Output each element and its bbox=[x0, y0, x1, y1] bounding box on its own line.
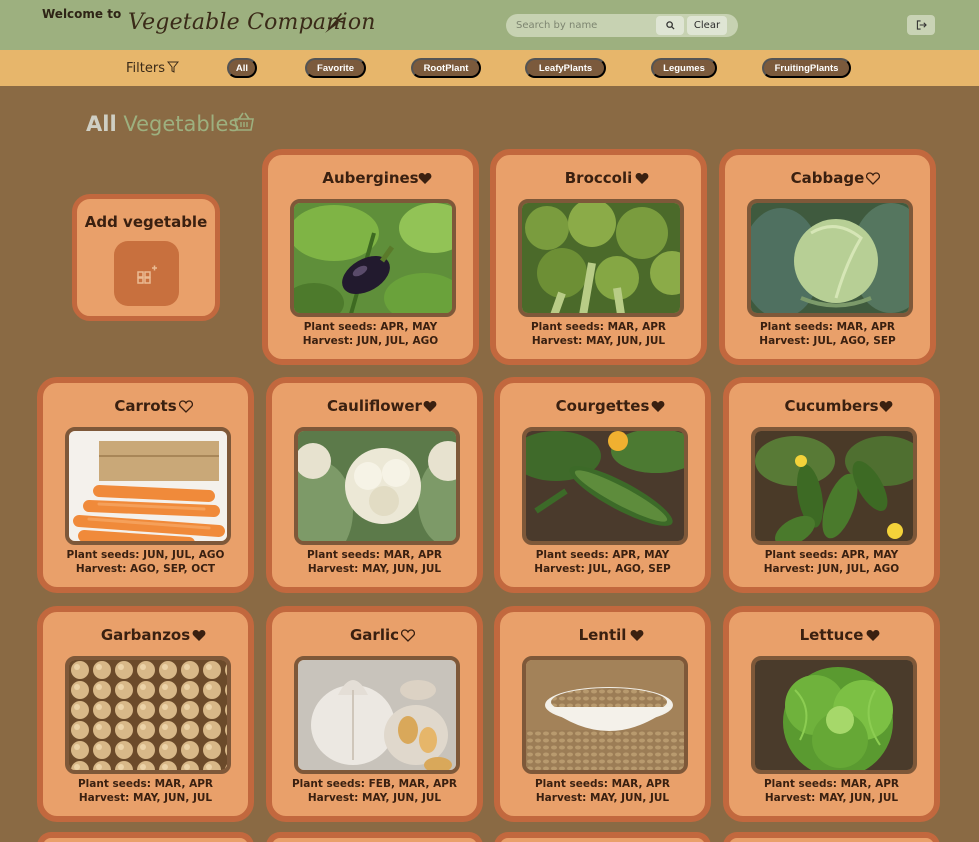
plant-seeds-text: Plant seeds: FEB, MAR, APR bbox=[291, 778, 458, 790]
heart-filled-icon[interactable] bbox=[192, 629, 206, 642]
vegetable-card-partial bbox=[266, 832, 483, 842]
vegetable-name: Lentil bbox=[578, 626, 627, 644]
harvest-text: Harvest: MAY, JUN, JUL bbox=[78, 792, 213, 804]
filter-chip-rootplant[interactable]: RootPlant bbox=[411, 58, 481, 78]
vegetable-card[interactable]: Aubergines Plant seeds: APR, MAY Harvest… bbox=[262, 149, 479, 365]
logout-button[interactable] bbox=[907, 15, 935, 35]
vegetable-card[interactable]: Lentil Plant seeds: MAR, APR Harvest: MA… bbox=[494, 606, 711, 822]
carrot-icon bbox=[325, 13, 345, 33]
logout-icon bbox=[916, 20, 927, 30]
vegetable-name: Courgettes bbox=[555, 397, 650, 415]
vegetable-photo bbox=[65, 656, 231, 774]
harvest-text: Harvest: JUN, JUL, AGO bbox=[302, 335, 439, 347]
vegetable-name: Lettuce bbox=[799, 626, 864, 644]
harvest-text: Harvest: MAY, JUN, JUL bbox=[535, 792, 670, 804]
heart-filled-icon[interactable] bbox=[879, 400, 893, 413]
add-grid-icon bbox=[136, 265, 157, 284]
search-input[interactable] bbox=[516, 17, 656, 34]
basket-icon bbox=[234, 112, 254, 131]
harvest-text: Harvest: JUL, AGO, SEP bbox=[759, 335, 896, 347]
section-title-bold: All bbox=[86, 112, 117, 136]
plant-seeds-text: Plant seeds: APR, MAY bbox=[764, 549, 899, 561]
vegetable-card[interactable]: Courgettes Plant seeds: APR, MAY Harvest… bbox=[494, 377, 711, 593]
vegetable-card[interactable]: Garbanzos Plant seeds: MAR, APR Harvest:… bbox=[37, 606, 254, 822]
vegetable-photo bbox=[747, 199, 913, 317]
welcome-text: Welcome to bbox=[42, 7, 122, 21]
vegetable-name: Cucumbers bbox=[784, 397, 879, 415]
heart-outline-icon[interactable] bbox=[866, 172, 880, 185]
vegetable-card[interactable]: Cabbage Plant seeds: MAR, APR Harvest: J… bbox=[719, 149, 936, 365]
vegetable-card[interactable]: Cucumbers Plant seeds: APR, MAY Harvest:… bbox=[723, 377, 940, 593]
harvest-text: Harvest: MAY, JUN, JUL bbox=[764, 792, 899, 804]
heart-outline-icon[interactable] bbox=[401, 629, 415, 642]
vegetable-card[interactable]: Cauliflower Plant seeds: MAR, APR Harves… bbox=[266, 377, 483, 593]
filter-chip-favorite[interactable]: Favorite bbox=[305, 58, 366, 78]
add-vegetable-button[interactable] bbox=[114, 241, 179, 306]
harvest-text: Harvest: JUN, JUL, AGO bbox=[763, 563, 900, 575]
harvest-text: Harvest: MAY, JUN, JUL bbox=[307, 563, 442, 575]
vegetable-name: Cabbage bbox=[790, 169, 865, 187]
vegetable-name: Broccoli bbox=[564, 169, 633, 187]
clear-button[interactable]: Clear bbox=[687, 16, 727, 35]
heart-filled-icon[interactable] bbox=[418, 172, 432, 185]
vegetable-name: Cauliflower bbox=[327, 397, 422, 415]
harvest-text: Harvest: JUL, AGO, SEP bbox=[534, 563, 671, 575]
plant-seeds-text: Plant seeds: MAR, APR bbox=[759, 321, 896, 333]
search-icon bbox=[665, 21, 675, 30]
plant-seeds-text: Plant seeds: MAR, APR bbox=[534, 778, 671, 790]
heart-filled-icon[interactable] bbox=[651, 400, 665, 413]
add-vegetable-card: Add vegetable bbox=[72, 194, 220, 321]
heart-filled-icon[interactable] bbox=[635, 172, 649, 185]
vegetable-photo bbox=[751, 656, 917, 774]
heart-filled-icon[interactable] bbox=[423, 400, 437, 413]
harvest-text: Harvest: MAY, JUN, JUL bbox=[531, 335, 666, 347]
filter-chip-leafyplants[interactable]: LeafyPlants bbox=[525, 58, 606, 78]
harvest-text: Harvest: MAY, JUN, JUL bbox=[307, 792, 442, 804]
plant-seeds-text: Plant seeds: MAR, APR bbox=[77, 778, 214, 790]
vegetable-name: Garlic bbox=[349, 626, 399, 644]
filter-chip-all[interactable]: All bbox=[227, 58, 257, 78]
section-title-rest: Vegetables bbox=[123, 112, 240, 136]
section-title: All Vegetables bbox=[86, 112, 239, 136]
harvest-text: Harvest: AGO, SEP, OCT bbox=[75, 563, 216, 575]
vegetable-photo bbox=[522, 656, 688, 774]
plant-seeds-text: Plant seeds: APR, MAY bbox=[535, 549, 670, 561]
vegetable-card[interactable]: Carrots Plant seeds: JUN, JUL, AGO Harve… bbox=[37, 377, 254, 593]
heart-filled-icon[interactable] bbox=[630, 629, 644, 642]
vegetable-name: Garbanzos bbox=[100, 626, 191, 644]
plant-seeds-text: Plant seeds: APR, MAY bbox=[303, 321, 438, 333]
vegetable-card-partial bbox=[494, 832, 711, 842]
vegetable-photo bbox=[522, 427, 688, 545]
plant-seeds-text: Plant seeds: MAR, APR bbox=[306, 549, 443, 561]
filter-chip-legumes[interactable]: Legumes bbox=[651, 58, 717, 78]
add-vegetable-label: Add vegetable bbox=[84, 213, 208, 231]
filter-chip-fruitingplants[interactable]: FruitingPlants bbox=[762, 58, 851, 78]
vegetable-photo bbox=[294, 656, 460, 774]
vegetable-name: Aubergines bbox=[322, 169, 419, 187]
heart-filled-icon[interactable] bbox=[866, 629, 880, 642]
vegetable-photo bbox=[751, 427, 917, 545]
plant-seeds-text: Plant seeds: MAR, APR bbox=[763, 778, 900, 790]
vegetable-card[interactable]: Broccoli Plant seeds: MAR, APR Harvest: … bbox=[490, 149, 707, 365]
vegetable-card[interactable]: Garlic Plant seeds: FEB, MAR, APR Harves… bbox=[266, 606, 483, 822]
funnel-icon bbox=[167, 61, 179, 73]
vegetable-photo bbox=[518, 199, 684, 317]
heart-outline-icon[interactable] bbox=[179, 400, 193, 413]
vegetable-card-partial bbox=[723, 832, 940, 842]
vegetable-photo bbox=[294, 427, 460, 545]
vegetable-photo bbox=[65, 427, 231, 545]
vegetable-photo bbox=[290, 199, 456, 317]
vegetable-card[interactable]: Lettuce Plant seeds: MAR, APR Harvest: M… bbox=[723, 606, 940, 822]
search-button[interactable] bbox=[656, 16, 684, 35]
plant-seeds-text: Plant seeds: MAR, APR bbox=[530, 321, 667, 333]
plant-seeds-text: Plant seeds: JUN, JUL, AGO bbox=[66, 549, 225, 561]
vegetable-card-partial bbox=[37, 832, 254, 842]
filters-label: Filters bbox=[126, 61, 165, 76]
vegetable-name: Carrots bbox=[114, 397, 177, 415]
